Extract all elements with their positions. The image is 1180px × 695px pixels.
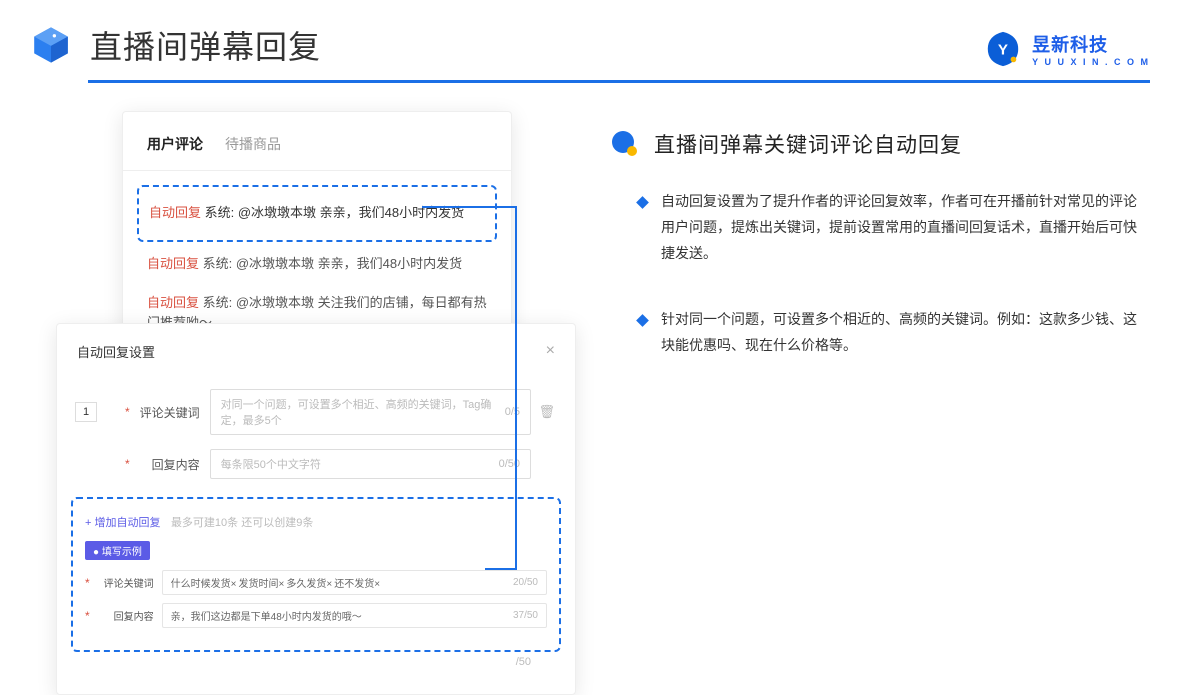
brand-logo: Y 昱新科技 Y U U X I N . C O M <box>984 30 1150 68</box>
screenshots-area: 用户评论 待播商品 自动回复 系统: @冰墩墩本墩 亲亲，我们48小时内发货 自… <box>30 103 570 623</box>
example-section: + 增加自动回复 最多可建10条 还可以创建9条 ● 填写示例 *评论关键词 什… <box>71 497 561 652</box>
highlighted-comment: 自动回复 系统: @冰墩墩本墩 亲亲，我们48小时内发货 <box>137 185 497 242</box>
page-title: 直播间弹幕回复 <box>90 22 321 68</box>
footer-count: /50 <box>57 652 575 668</box>
add-tip: 最多可建10条 还可以创建9条 <box>171 517 313 529</box>
description-area: 直播间弹幕关键词评论自动回复 自动回复设置为了提升作者的评论回复效率，作者可在开… <box>610 103 1150 623</box>
add-reply-link[interactable]: + 增加自动回复 <box>85 517 160 529</box>
cube-icon <box>30 24 72 66</box>
comments-panel: 用户评论 待播商品 自动回复 系统: @冰墩墩本墩 亲亲，我们48小时内发货 自… <box>122 111 512 355</box>
diamond-icon <box>636 314 649 327</box>
svg-text:Y: Y <box>998 42 1008 59</box>
brand-domain: Y U U X I N . C O M <box>1032 57 1150 67</box>
reply-input[interactable]: 每条限50个中文字符0/50 <box>210 449 531 479</box>
page-header: 直播间弹幕回复 Y 昱新科技 Y U U X I N . C O M <box>0 0 1180 80</box>
brand-name: 昱新科技 <box>1032 31 1150 57</box>
example-reply-input[interactable]: 亲，我们这边都是下单48小时内发货的哦～ 37/50 <box>162 603 547 628</box>
tab-user-comments[interactable]: 用户评论 <box>147 134 203 154</box>
bullet-point: 自动回复设置为了提升作者的评论回复效率，作者可在开播前针对常见的评论用户问题，提… <box>610 189 1150 267</box>
auto-reply-settings-panel: 自动回复设置 × 1 * 评论关键词 对同一个问题，可设置多个相近、高频的关键词… <box>56 323 576 695</box>
example-keyword-input[interactable]: 什么时候发货× 发货时间× 多久发货× 还不发货× 20/50 <box>162 570 547 595</box>
tab-pending-goods[interactable]: 待播商品 <box>225 134 281 154</box>
keyword-input[interactable]: 对同一个问题，可设置多个相近、高频的关键词，Tag确定，最多5个0/5 <box>210 389 531 435</box>
order-number: 1 <box>75 402 97 422</box>
chat-bubble-icon <box>610 129 640 159</box>
section-title: 直播间弹幕关键词评论自动回复 <box>654 129 962 159</box>
delete-icon[interactable]: 🗑 <box>538 404 555 420</box>
bullet-point: 针对同一个问题，可设置多个相近的、高频的关键词。例如：这款多少钱、这块能优惠吗、… <box>610 307 1150 359</box>
brand-icon: Y <box>984 30 1022 68</box>
panel-title: 自动回复设置 <box>57 342 575 361</box>
diamond-icon <box>636 196 649 209</box>
example-badge: ● 填写示例 <box>85 541 150 560</box>
field-label: 评论关键词 <box>134 404 200 421</box>
comment-item: 自动回复 系统: @冰墩墩本墩 亲亲，我们48小时内发货 <box>147 248 487 281</box>
close-icon[interactable]: × <box>546 342 555 360</box>
field-label: 回复内容 <box>134 456 200 473</box>
